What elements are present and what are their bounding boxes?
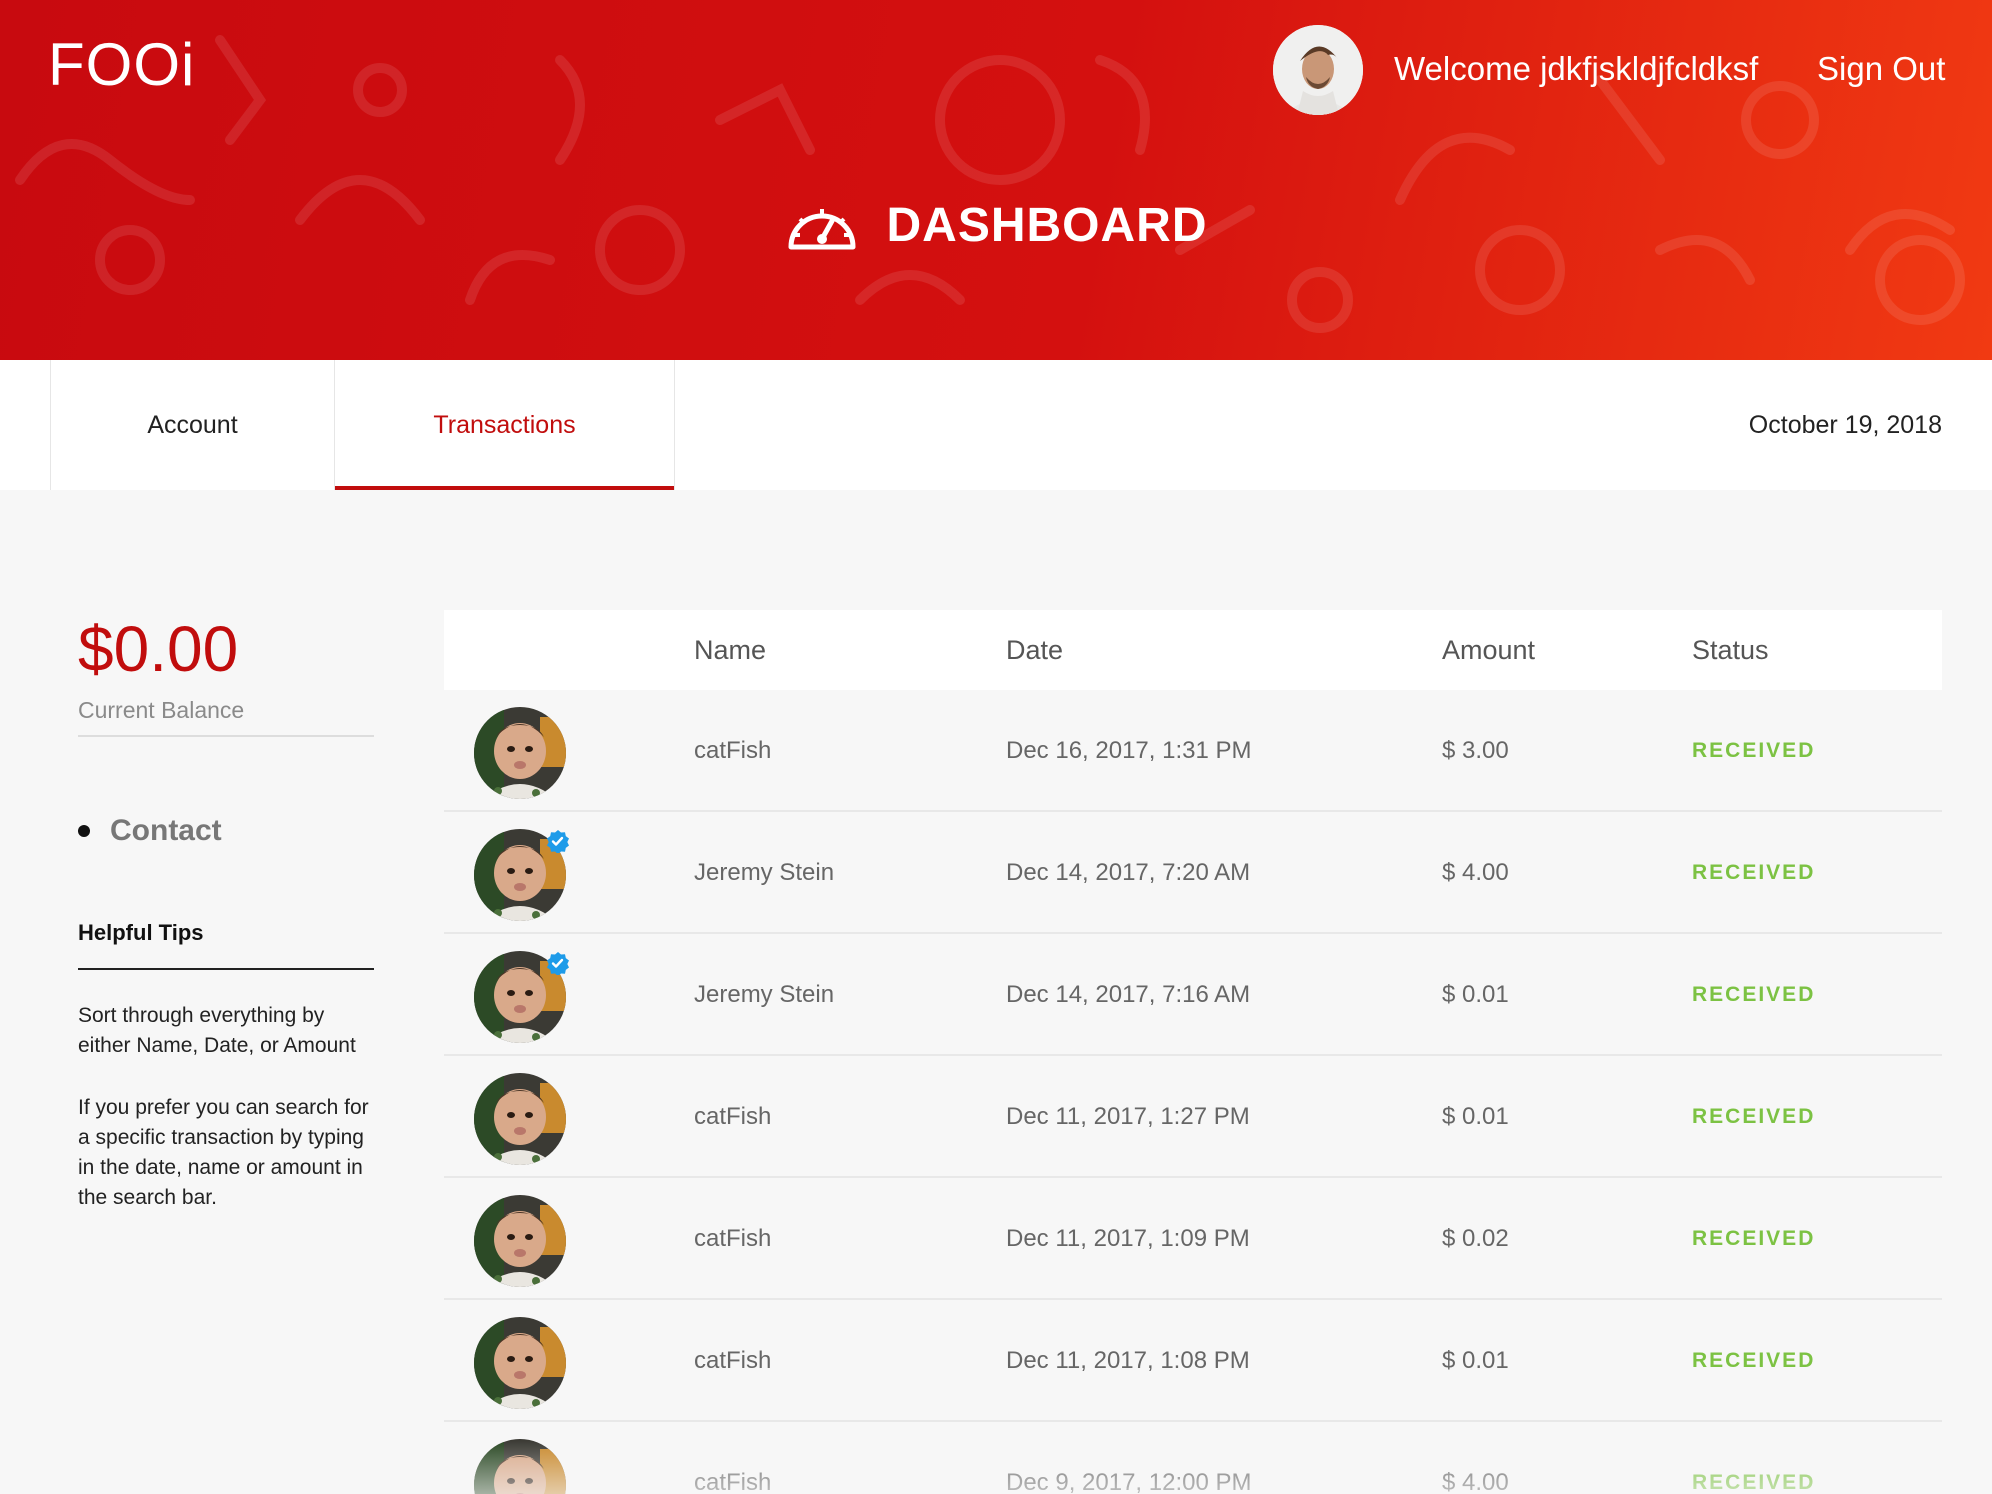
dashboard-title: DASHBOARD	[886, 198, 1208, 252]
row-amount: $ 3.00	[1442, 737, 1509, 764]
row-name: catFish	[694, 1469, 772, 1494]
row-date: Dec 14, 2017, 7:20 AM	[1006, 859, 1251, 886]
sender-avatar	[474, 1317, 566, 1409]
row-name: catFish	[694, 1103, 772, 1130]
sender-avatar	[474, 707, 566, 799]
welcome-text: Welcome jdkfjskldjfcldksf	[1394, 50, 1759, 87]
contact-link[interactable]: Contact	[78, 814, 222, 848]
sender-avatar	[474, 1439, 566, 1494]
table-row[interactable]: catFish Dec 16, 2017, 1:31 PM $ 3.00 REC…	[444, 690, 1942, 812]
tips-divider	[78, 968, 374, 970]
row-name: catFish	[694, 737, 772, 764]
table-row[interactable]: Jeremy Stein Dec 14, 2017, 7:16 AM $ 0.0…	[444, 934, 1942, 1056]
row-status: RECEIVED	[1692, 983, 1816, 1006]
row-date: Dec 11, 2017, 1:08 PM	[1006, 1347, 1250, 1374]
table-header: Name Date Amount Status	[444, 610, 1942, 690]
table-row[interactable]: catFish Dec 11, 2017, 1:27 PM $ 0.01 REC…	[444, 1056, 1942, 1178]
row-date: Dec 16, 2017, 1:31 PM	[1006, 737, 1252, 764]
transactions-table: Name Date Amount Status catFish Dec 16, …	[444, 610, 1942, 1494]
tip-search: If you prefer you can search for a speci…	[78, 1096, 369, 1209]
bullet-icon	[78, 825, 90, 837]
sign-out-link[interactable]: Sign Out	[1817, 50, 1945, 88]
tab-account[interactable]: Account	[50, 360, 335, 490]
row-name: catFish	[694, 1225, 772, 1252]
tip-sort: Sort through everything by either Name, …	[78, 1004, 356, 1057]
column-header-status: Status	[1692, 634, 1769, 665]
tab-bar: Account Transactions October 19, 2018	[0, 360, 1992, 490]
row-name: Jeremy Stein	[694, 981, 835, 1008]
row-date: Dec 9, 2017, 12:00 PM	[1006, 1469, 1252, 1494]
verified-badge-icon	[546, 951, 570, 975]
row-name: catFish	[694, 1347, 772, 1374]
column-header-name[interactable]: Name	[694, 610, 766, 690]
page-title: DASHBOARD	[0, 190, 1992, 260]
row-date: Dec 14, 2017, 7:16 AM	[1006, 981, 1251, 1008]
table-row[interactable]: Jeremy Stein Dec 14, 2017, 7:20 AM $ 4.0…	[444, 812, 1942, 934]
current-date: October 19, 2018	[1748, 410, 1942, 439]
row-status: RECEIVED	[1692, 1471, 1816, 1494]
row-name: Jeremy Stein	[694, 859, 835, 886]
table-row[interactable]: catFish Dec 9, 2017, 12:00 PM $ 4.00 REC…	[444, 1422, 1942, 1494]
row-amount: $ 4.00	[1442, 1469, 1509, 1494]
row-date: Dec 11, 2017, 1:27 PM	[1006, 1103, 1250, 1130]
sender-avatar	[474, 1073, 566, 1165]
row-status: RECEIVED	[1692, 1227, 1816, 1250]
table-body: catFish Dec 16, 2017, 1:31 PM $ 3.00 REC…	[444, 690, 1942, 1494]
current-balance-amount: $0.00	[78, 613, 239, 685]
sidebar-divider	[78, 735, 374, 737]
row-status: RECEIVED	[1692, 861, 1816, 884]
dashboard-header: FOOi Welcome jdkfjskldjfcldksf Sign Out …	[0, 0, 1992, 360]
speedometer-icon	[788, 209, 855, 250]
sender-avatar	[474, 829, 569, 921]
row-amount: $ 0.01	[1442, 1347, 1509, 1374]
tab-transactions-label: Transactions	[433, 410, 576, 439]
helpful-tips-title: Helpful Tips	[78, 920, 204, 945]
column-header-date[interactable]: Date	[1006, 610, 1063, 690]
verified-badge-icon	[546, 829, 570, 853]
current-balance-label: Current Balance	[78, 697, 245, 723]
row-amount: $ 4.00	[1442, 859, 1509, 886]
row-status: RECEIVED	[1692, 1349, 1816, 1372]
sender-avatar	[474, 951, 569, 1043]
row-date: Dec 11, 2017, 1:09 PM	[1006, 1225, 1250, 1252]
row-amount: $ 0.01	[1442, 1103, 1509, 1130]
user-avatar[interactable]	[1273, 25, 1363, 115]
column-header-amount[interactable]: Amount	[1442, 610, 1535, 690]
tab-transactions[interactable]: Transactions	[335, 360, 675, 490]
sender-avatar	[474, 1195, 566, 1287]
contact-label: Contact	[110, 814, 222, 847]
row-status: RECEIVED	[1692, 1105, 1816, 1128]
table-row[interactable]: catFish Dec 11, 2017, 1:09 PM $ 0.02 REC…	[444, 1178, 1942, 1300]
row-amount: $ 0.02	[1442, 1225, 1509, 1252]
row-status: RECEIVED	[1692, 739, 1816, 762]
row-amount: $ 0.01	[1442, 981, 1509, 1008]
table-row[interactable]: catFish Dec 11, 2017, 1:08 PM $ 0.01 REC…	[444, 1300, 1942, 1422]
app-logo[interactable]: FOOi	[48, 30, 195, 99]
active-tab-indicator	[335, 486, 674, 490]
